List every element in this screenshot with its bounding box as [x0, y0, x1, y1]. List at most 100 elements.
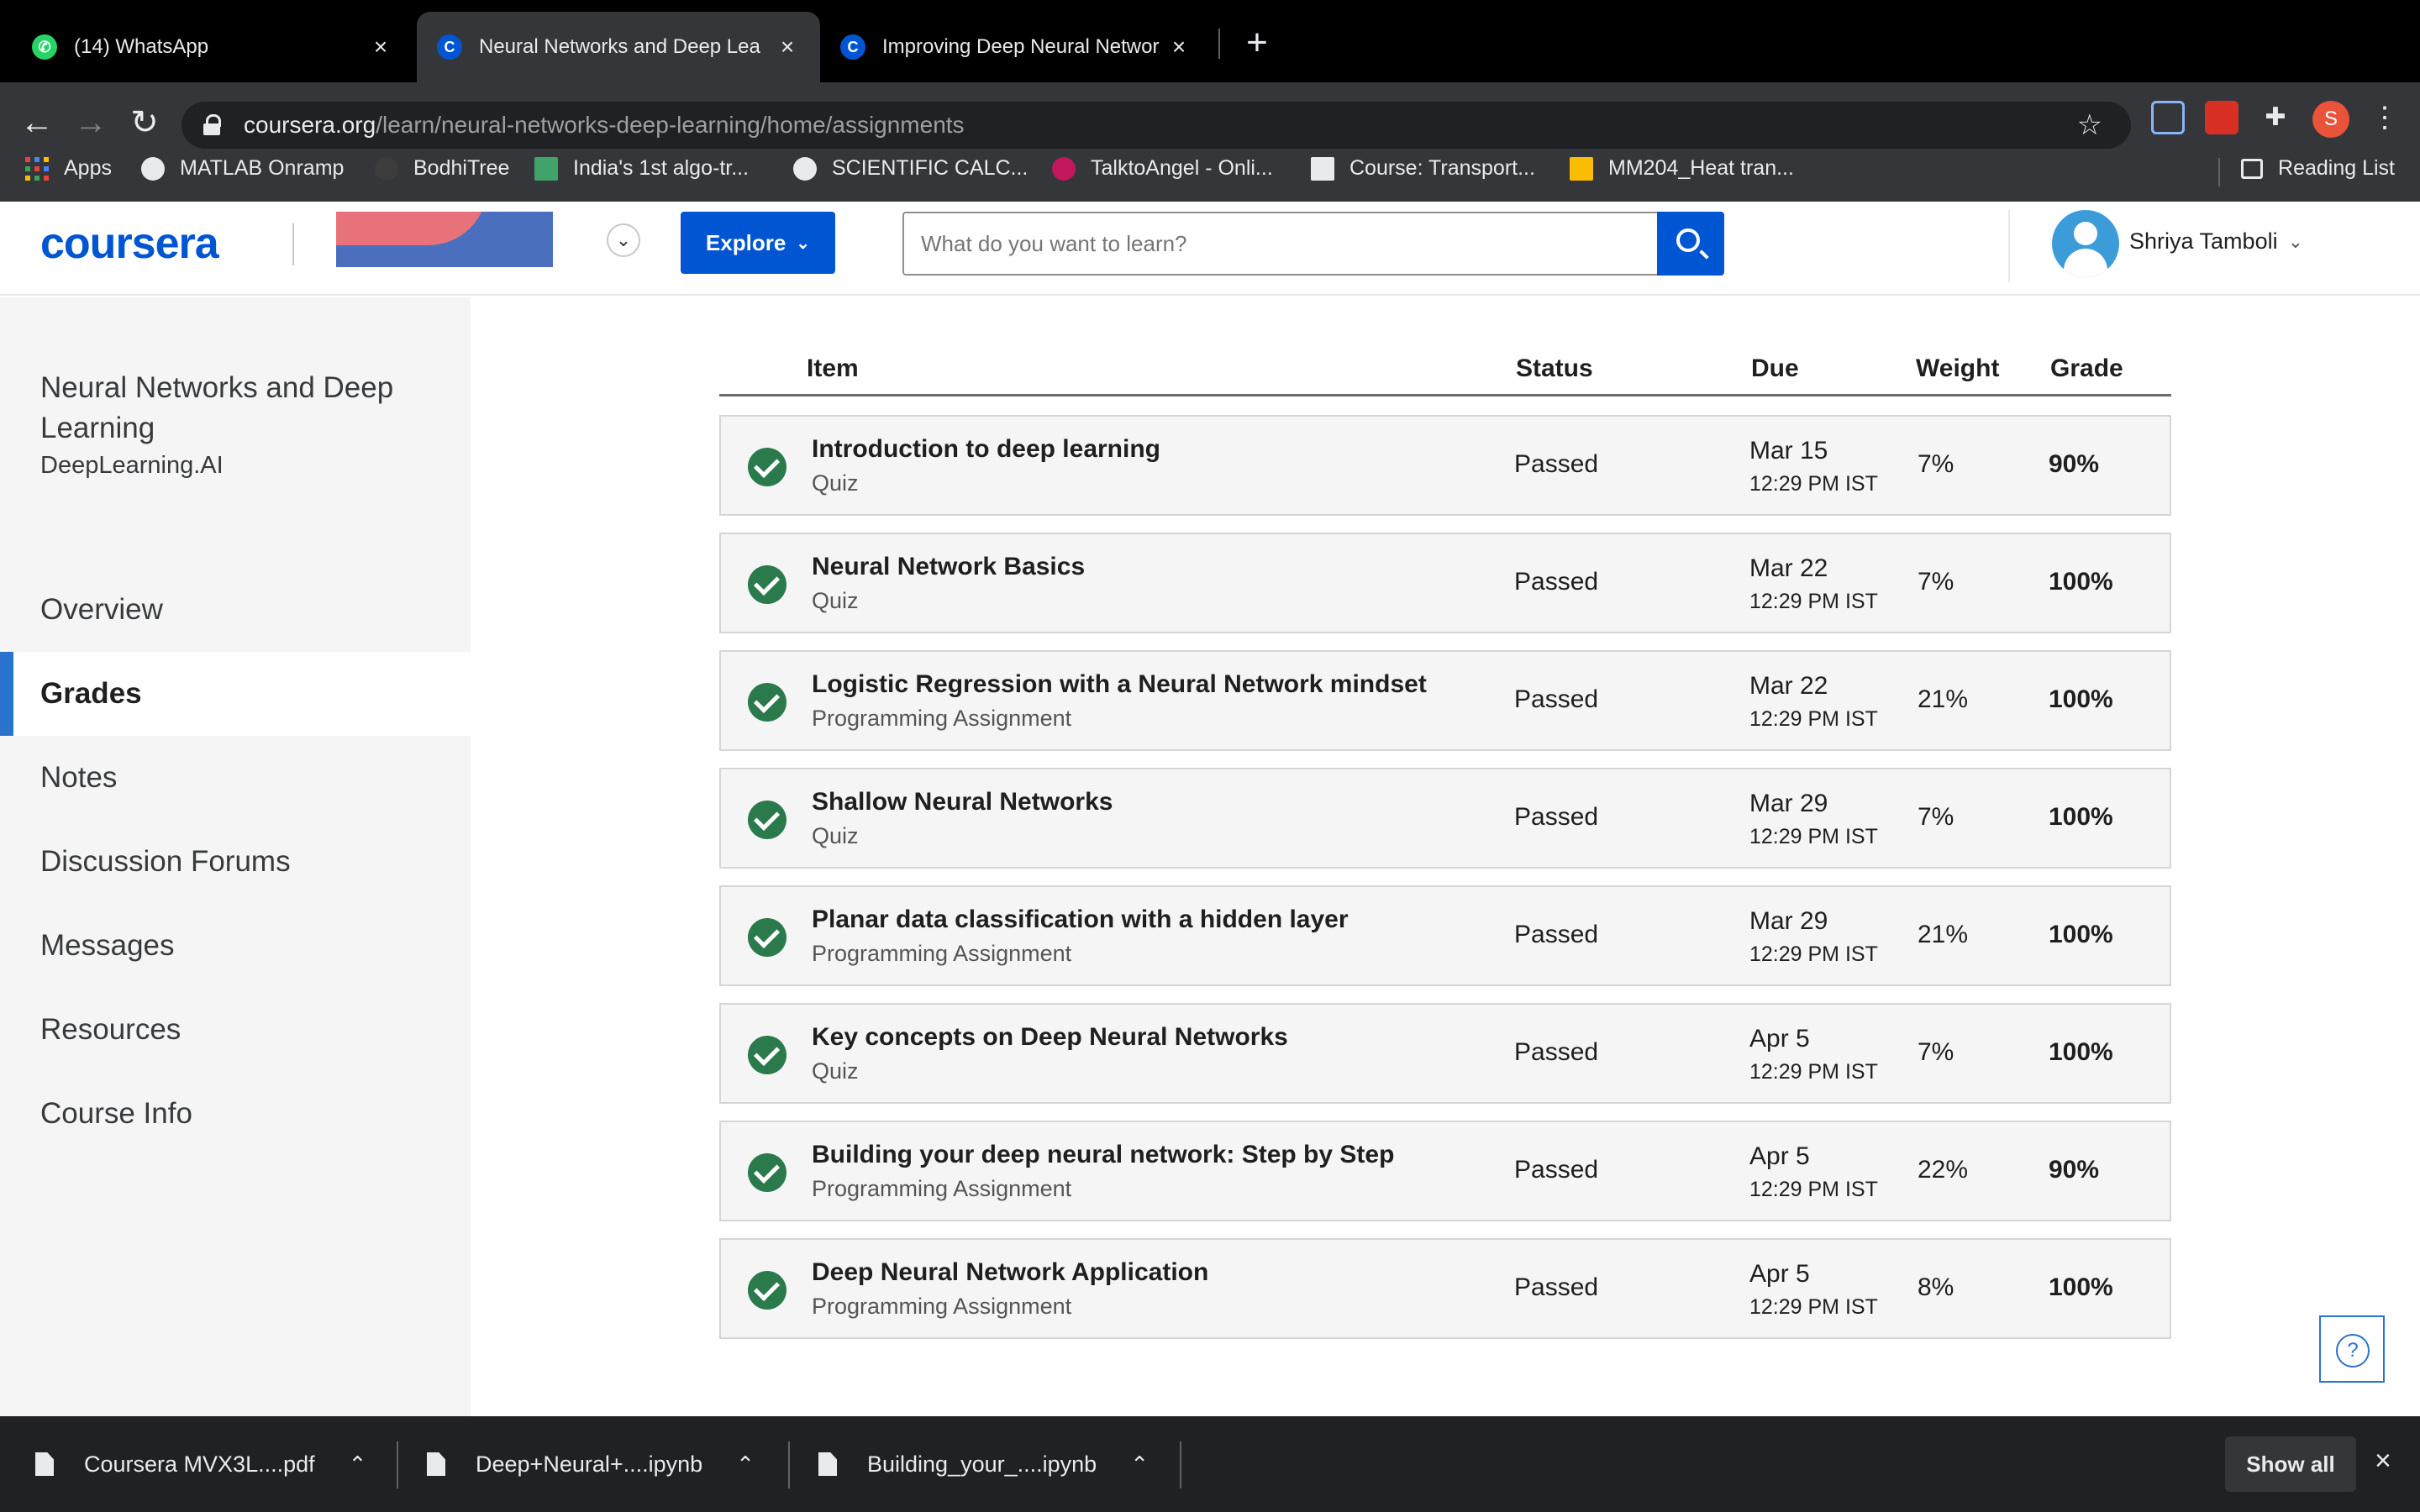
- item-status: Passed: [1514, 803, 1599, 831]
- passed-check-icon: [748, 683, 786, 722]
- item-due-date: Mar 22: [1749, 672, 1828, 700]
- table-row[interactable]: Planar data classification with a hidden…: [719, 885, 2171, 986]
- item-type: Quiz: [812, 1058, 859, 1084]
- item-name[interactable]: Building your deep neural network: Step …: [812, 1141, 1394, 1169]
- tab-neural-networks[interactable]: C Neural Networks and Deep Lea ×: [417, 12, 820, 82]
- item-due-date: Apr 5: [1749, 1142, 1810, 1170]
- sidebar-item-course-info[interactable]: Course Info: [0, 1072, 471, 1156]
- table-row[interactable]: Introduction to deep learning Quiz Passe…: [719, 415, 2171, 516]
- item-name[interactable]: Shallow Neural Networks: [812, 788, 1113, 816]
- bookmark-bodhitree[interactable]: BodhiTree: [375, 156, 509, 181]
- passed-check-icon: [748, 448, 786, 486]
- item-name[interactable]: Planar data classification with a hidden…: [812, 906, 1349, 934]
- item-due-time: 12:29 PM IST: [1749, 707, 1878, 731]
- lock-icon: [203, 114, 222, 136]
- item-due-date: Apr 5: [1749, 1260, 1810, 1288]
- avatar[interactable]: [2052, 210, 2119, 277]
- chevron-down-icon: ⌄: [796, 234, 811, 253]
- bookmark-talktoangel[interactable]: TalktoAngel - Onli...: [1052, 156, 1273, 181]
- course-banner-image[interactable]: [336, 212, 553, 267]
- download-separator: [788, 1441, 790, 1488]
- file-icon: [35, 1452, 54, 1476]
- item-status: Passed: [1514, 685, 1599, 713]
- bookmarks-bar: Apps MATLAB Onramp BodhiTree India's 1st…: [0, 141, 2420, 202]
- search-button[interactable]: [1657, 212, 1724, 276]
- coursera-icon: C: [437, 34, 462, 60]
- bookmark-scientific-calc[interactable]: SCIENTIFIC CALC...: [793, 156, 1028, 181]
- chevron-up-icon[interactable]: ⌃: [349, 1452, 367, 1478]
- new-tab-button[interactable]: +: [1240, 20, 1274, 66]
- item-due-time: 12:29 PM IST: [1749, 825, 1878, 848]
- file-icon: [427, 1452, 445, 1476]
- item-type: Quiz: [812, 470, 859, 496]
- reading-list-button[interactable]: Reading List: [2241, 156, 2395, 181]
- header-divider: [2008, 210, 2010, 282]
- item-name[interactable]: Logistic Regression with a Neural Networ…: [812, 670, 1427, 699]
- bookmark-algo-trading[interactable]: India's 1st algo-tr...: [534, 156, 749, 181]
- coursera-logo[interactable]: coursera: [40, 218, 219, 269]
- bookmark-mm204[interactable]: MM204_Heat tran...: [1570, 156, 1794, 181]
- passed-check-icon: [748, 1153, 786, 1192]
- screen-capture-extension-icon[interactable]: [2151, 101, 2185, 134]
- download-item[interactable]: Building_your_....ipynb ⌃: [818, 1416, 1149, 1512]
- menu-kebab-icon[interactable]: ⋮: [2368, 101, 2402, 134]
- help-button[interactable]: ?: [2319, 1315, 2385, 1383]
- sidebar-item-overview[interactable]: Overview: [0, 568, 471, 652]
- sidebar-item-resources[interactable]: Resources: [0, 988, 471, 1072]
- sidebar-item-grades[interactable]: Grades: [0, 652, 471, 736]
- video-extension-icon[interactable]: [2205, 101, 2238, 134]
- show-all-button[interactable]: Show all: [2225, 1436, 2356, 1492]
- table-row[interactable]: Shallow Neural Networks Quiz Passed Mar …: [719, 768, 2171, 869]
- forward-icon[interactable]: →: [69, 101, 113, 144]
- item-name[interactable]: Key concepts on Deep Neural Networks: [812, 1023, 1288, 1052]
- item-grade: 100%: [2049, 803, 2113, 831]
- table-row[interactable]: Neural Network Basics Quiz Passed Mar 22…: [719, 533, 2171, 633]
- sidebar-item-messages[interactable]: Messages: [0, 904, 471, 988]
- item-due-time: 12:29 PM IST: [1749, 1295, 1878, 1319]
- moodle-icon: [1311, 156, 1334, 181]
- item-type: Programming Assignment: [812, 706, 1072, 731]
- back-icon[interactable]: ←: [15, 101, 59, 144]
- chevron-up-icon[interactable]: ⌃: [736, 1452, 755, 1478]
- bookmark-apps[interactable]: Apps: [25, 156, 112, 181]
- course-title[interactable]: Neural Networks and Deep Learning: [40, 368, 444, 449]
- extensions-puzzle-icon[interactable]: ✚: [2259, 101, 2292, 134]
- table-row[interactable]: Logistic Regression with a Neural Networ…: [719, 650, 2171, 751]
- download-item[interactable]: Coursera MVX3L....pdf ⌃: [35, 1416, 366, 1512]
- item-due-date: Mar 29: [1749, 907, 1828, 935]
- item-name[interactable]: Deep Neural Network Application: [812, 1258, 1208, 1287]
- table-row[interactable]: Building your deep neural network: Step …: [719, 1121, 2171, 1221]
- tab-whatsapp[interactable]: ✆ (14) WhatsApp ×: [12, 12, 413, 82]
- bookmark-course-transport[interactable]: Course: Transport...: [1311, 156, 1535, 181]
- close-icon[interactable]: ×: [775, 34, 800, 60]
- sidebar-item-notes[interactable]: Notes: [0, 736, 471, 820]
- explore-button[interactable]: Explore ⌄: [681, 212, 835, 274]
- bookmark-matlab[interactable]: MATLAB Onramp: [141, 156, 344, 181]
- item-due-time: 12:29 PM IST: [1749, 472, 1878, 496]
- item-type: Programming Assignment: [812, 1176, 1072, 1201]
- table-row[interactable]: Key concepts on Deep Neural Networks Qui…: [719, 1003, 2171, 1104]
- close-icon[interactable]: ×: [1166, 34, 1192, 60]
- table-row[interactable]: Deep Neural Network Application Programm…: [719, 1238, 2171, 1339]
- chevron-down-icon[interactable]: ⌄: [607, 223, 640, 257]
- search-input[interactable]: [902, 212, 1659, 276]
- globe-icon: [793, 156, 817, 181]
- tab-improving-deep-nn[interactable]: C Improving Deep Neural Networ ×: [820, 12, 1212, 82]
- item-type: Quiz: [812, 588, 859, 613]
- profile-avatar[interactable]: S: [2312, 101, 2349, 138]
- passed-check-icon: [748, 1271, 786, 1310]
- user-menu[interactable]: Shriya Tamboli ⌄: [2129, 228, 2303, 255]
- item-type: Quiz: [812, 823, 859, 848]
- google-drive-icon: [1570, 156, 1593, 181]
- item-due-date: Apr 5: [1749, 1025, 1810, 1053]
- course-organization: DeepLearning.AI: [40, 452, 224, 479]
- download-item[interactable]: Deep+Neural+....ipynb ⌃: [427, 1416, 755, 1512]
- chevron-up-icon[interactable]: ⌃: [1130, 1452, 1149, 1478]
- close-icon[interactable]: ×: [2375, 1445, 2391, 1478]
- sidebar-item-discussion-forums[interactable]: Discussion Forums: [0, 820, 471, 904]
- item-name[interactable]: Neural Network Basics: [812, 553, 1085, 581]
- bookmark-star-icon[interactable]: ☆: [2077, 108, 2102, 142]
- item-name[interactable]: Introduction to deep learning: [812, 435, 1160, 464]
- close-icon[interactable]: ×: [368, 34, 393, 60]
- reload-icon[interactable]: ↻: [123, 101, 166, 144]
